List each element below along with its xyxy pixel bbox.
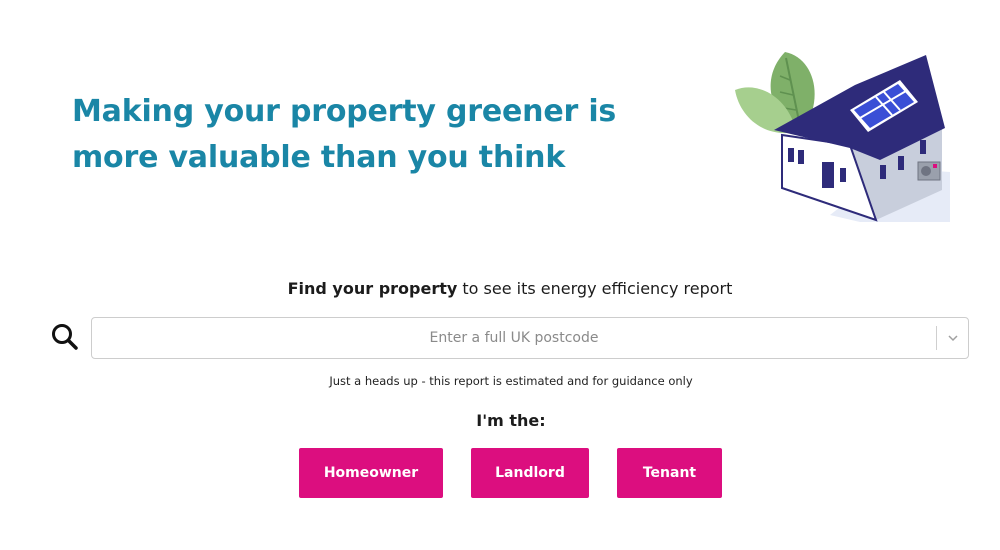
- role-buttons: Homeowner Landlord Tenant: [0, 448, 1000, 498]
- chevron-down-icon: [947, 335, 958, 342]
- postcode-input[interactable]: [92, 318, 936, 358]
- page-title: Making your property greener is more val…: [72, 94, 617, 175]
- postcode-search-box[interactable]: [91, 317, 969, 359]
- dropdown-toggle[interactable]: [937, 318, 968, 358]
- search-icon: [52, 324, 78, 350]
- landlord-button[interactable]: Landlord: [471, 448, 589, 498]
- guidance-disclaimer: Just a heads up - this report is estimat…: [329, 374, 693, 388]
- tenant-button[interactable]: Tenant: [617, 448, 722, 498]
- role-label: I'm the:: [476, 411, 546, 430]
- search-prompt-rest: to see its energy efficiency report: [457, 279, 733, 298]
- green-house-illustration: [735, 52, 950, 222]
- search-prompt-strong: Find your property: [287, 279, 458, 298]
- search-prompt: Find your property to see its energy eff…: [0, 279, 1000, 298]
- homeowner-button[interactable]: Homeowner: [299, 448, 443, 498]
